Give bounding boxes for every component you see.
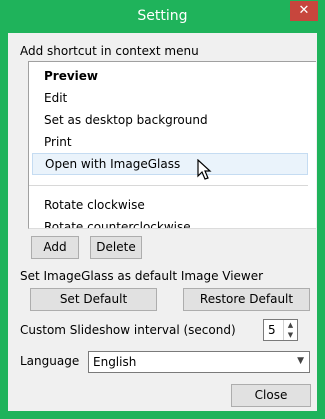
default-viewer-label: Set ImageGlass as default Image Viewer <box>20 269 264 283</box>
list-item-set-desktop-background[interactable]: Set as desktop background <box>29 109 308 131</box>
context-menu-label: Add shortcut in context menu <box>20 44 199 58</box>
language-label: Language <box>20 354 80 368</box>
stepper-up-icon[interactable]: ▲ <box>284 320 297 330</box>
list-item-open-with-imageglass[interactable]: Open with ImageGlass <box>32 153 308 175</box>
list-item-edit[interactable]: Edit <box>29 87 308 109</box>
add-button[interactable]: Add <box>31 236 79 259</box>
language-value: English <box>93 355 137 369</box>
list-separator <box>29 185 308 186</box>
set-default-button[interactable]: Set Default <box>30 288 157 311</box>
delete-button[interactable]: Delete <box>90 236 142 259</box>
restore-default-button[interactable]: Restore Default <box>183 288 310 311</box>
list-item-preview[interactable]: Preview <box>29 65 308 87</box>
slideshow-interval-label: Custom Slideshow interval (second) <box>20 323 236 337</box>
language-select[interactable]: English ▼ <box>88 351 310 373</box>
close-button[interactable]: Close <box>231 384 311 407</box>
mouse-cursor-icon <box>197 159 212 180</box>
window-title: Setting <box>137 8 188 24</box>
list-item-rotate-clockwise[interactable]: Rotate clockwise <box>29 194 308 216</box>
slideshow-interval-value[interactable]: 5 <box>268 323 276 337</box>
window-close-button[interactable]: ✕ <box>290 1 318 21</box>
list-item-print[interactable]: Print <box>29 131 308 153</box>
chevron-down-icon[interactable]: ▼ <box>297 356 304 366</box>
settings-panel: Add shortcut in context menu Preview Edi… <box>8 33 317 411</box>
slideshow-interval-stepper[interactable]: 5 ▲ ▼ <box>263 319 298 341</box>
context-menu-list[interactable]: Preview Edit Set as desktop background P… <box>28 61 316 229</box>
list-item-rotate-counterclockwise[interactable]: Rotate counterclockwise <box>29 216 308 228</box>
stepper-down-icon[interactable]: ▼ <box>284 330 297 340</box>
title-bar[interactable]: Setting ✕ <box>0 0 325 33</box>
settings-window: Setting ✕ Add shortcut in context menu P… <box>0 0 325 419</box>
stepper-arrows: ▲ ▼ <box>283 320 297 340</box>
